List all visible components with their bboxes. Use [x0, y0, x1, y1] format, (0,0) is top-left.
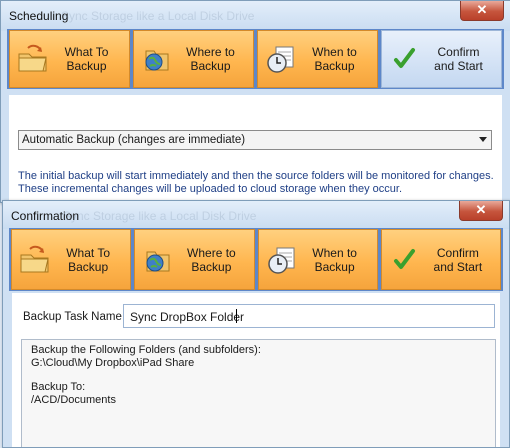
step-label-line1: Confirm [436, 245, 479, 260]
step-label-line2: and Start [433, 259, 483, 274]
wizard-steps: What To Backup Where to Backup When to Back… [9, 228, 503, 291]
step-label-line2: Backup [68, 259, 109, 274]
step-confirm-and-start[interactable]: Confirm and Start [380, 229, 501, 290]
scheduling-titlebar[interactable]: Scheduling Sync Storage like a Local Dis… [1, 1, 510, 31]
description-line: These incremental changes will be upload… [18, 183, 403, 195]
summary-to-heading: Backup To: [31, 381, 86, 393]
task-name-input[interactable]: Sync DropBox Folder [123, 304, 495, 328]
text-caret [236, 309, 237, 323]
step-label-line1: Where to [186, 45, 235, 59]
scheduling-panel: Automatic Backup (changes are immediate)… [9, 95, 502, 202]
schedule-description: The initial backup will start immediatel… [18, 170, 498, 196]
step-label-line1: What To [66, 245, 111, 260]
summary-to-path: /ACD/Documents [31, 393, 116, 406]
checkmark-icon [394, 48, 415, 68]
task-name-label: Backup Task Name [23, 311, 122, 323]
clock-calendar-icon [267, 46, 294, 73]
confirmation-window: Confirmation Sync Storage like a Local D… [2, 200, 510, 448]
close-button[interactable]: ✕ [459, 201, 503, 221]
step-label-line2: Backup [66, 59, 107, 73]
step-label-line2: Backup [314, 259, 355, 274]
step-where-to-backup[interactable]: Where to Backup [133, 30, 254, 88]
step-label-line1: When to [312, 245, 357, 260]
chevron-down-icon[interactable] [479, 137, 487, 142]
task-name-value: Sync DropBox Folder [130, 310, 245, 324]
checkmark-icon [393, 248, 415, 269]
watermark-text: Sync Storage like a Local Disk Drive [61, 9, 255, 23]
step-what-to-backup[interactable]: What To Backup [11, 229, 132, 290]
globe-folder-icon [146, 251, 170, 271]
step-what-to-backup[interactable]: What To Backup [9, 30, 130, 88]
close-button[interactable]: ✕ [460, 1, 504, 21]
close-icon: ✕ [475, 202, 487, 217]
window-title: Scheduling [9, 9, 69, 23]
confirmation-titlebar[interactable]: Confirmation Sync Storage like a Local D… [3, 201, 509, 229]
scheduling-window: Scheduling Sync Storage like a Local Dis… [0, 0, 510, 203]
step-when-to-backup[interactable]: When to Backup [257, 229, 378, 290]
description-line: The initial backup will start immediatel… [18, 170, 494, 182]
summary-folder-path: G:\Cloud\My Dropbox\iPad Share [31, 356, 195, 369]
step-label-line1: Confirm [437, 45, 480, 59]
globe-folder-icon [145, 50, 169, 71]
backup-summary: Backup the Following Folders (and subfol… [21, 339, 496, 447]
summary-folders-heading: Backup the Following Folders (and subfol… [31, 344, 261, 356]
clock-calendar-icon [267, 247, 294, 274]
step-label-line2: Backup [314, 59, 355, 73]
schedule-select[interactable]: Automatic Backup (changes are immediate) [18, 130, 492, 150]
step-label-line2: and Start [434, 59, 483, 73]
folder-backup-icon [20, 245, 49, 272]
step-confirm-and-start[interactable]: Confirm and Start [381, 30, 502, 88]
folder-backup-icon [18, 44, 47, 72]
step-label-line1: What To [64, 45, 109, 59]
step-label-line1: When to [312, 45, 357, 59]
step-when-to-backup[interactable]: When to Backup [257, 30, 378, 88]
confirmation-panel: Backup Task Name Sync DropBox Folder Bac… [12, 293, 500, 447]
step-label-line2: Backup [190, 59, 231, 73]
close-icon: ✕ [476, 2, 488, 17]
step-where-to-backup[interactable]: Where to Backup [134, 229, 255, 290]
wizard-steps: What To Backup Where to Backup When to Back… [7, 29, 504, 89]
watermark-text: Sync Storage like a Local Disk Drive [63, 209, 257, 223]
step-label-line1: Where to [187, 245, 236, 260]
step-label-line2: Backup [191, 259, 232, 274]
schedule-select-value: Automatic Backup (changes are immediate) [22, 134, 246, 146]
